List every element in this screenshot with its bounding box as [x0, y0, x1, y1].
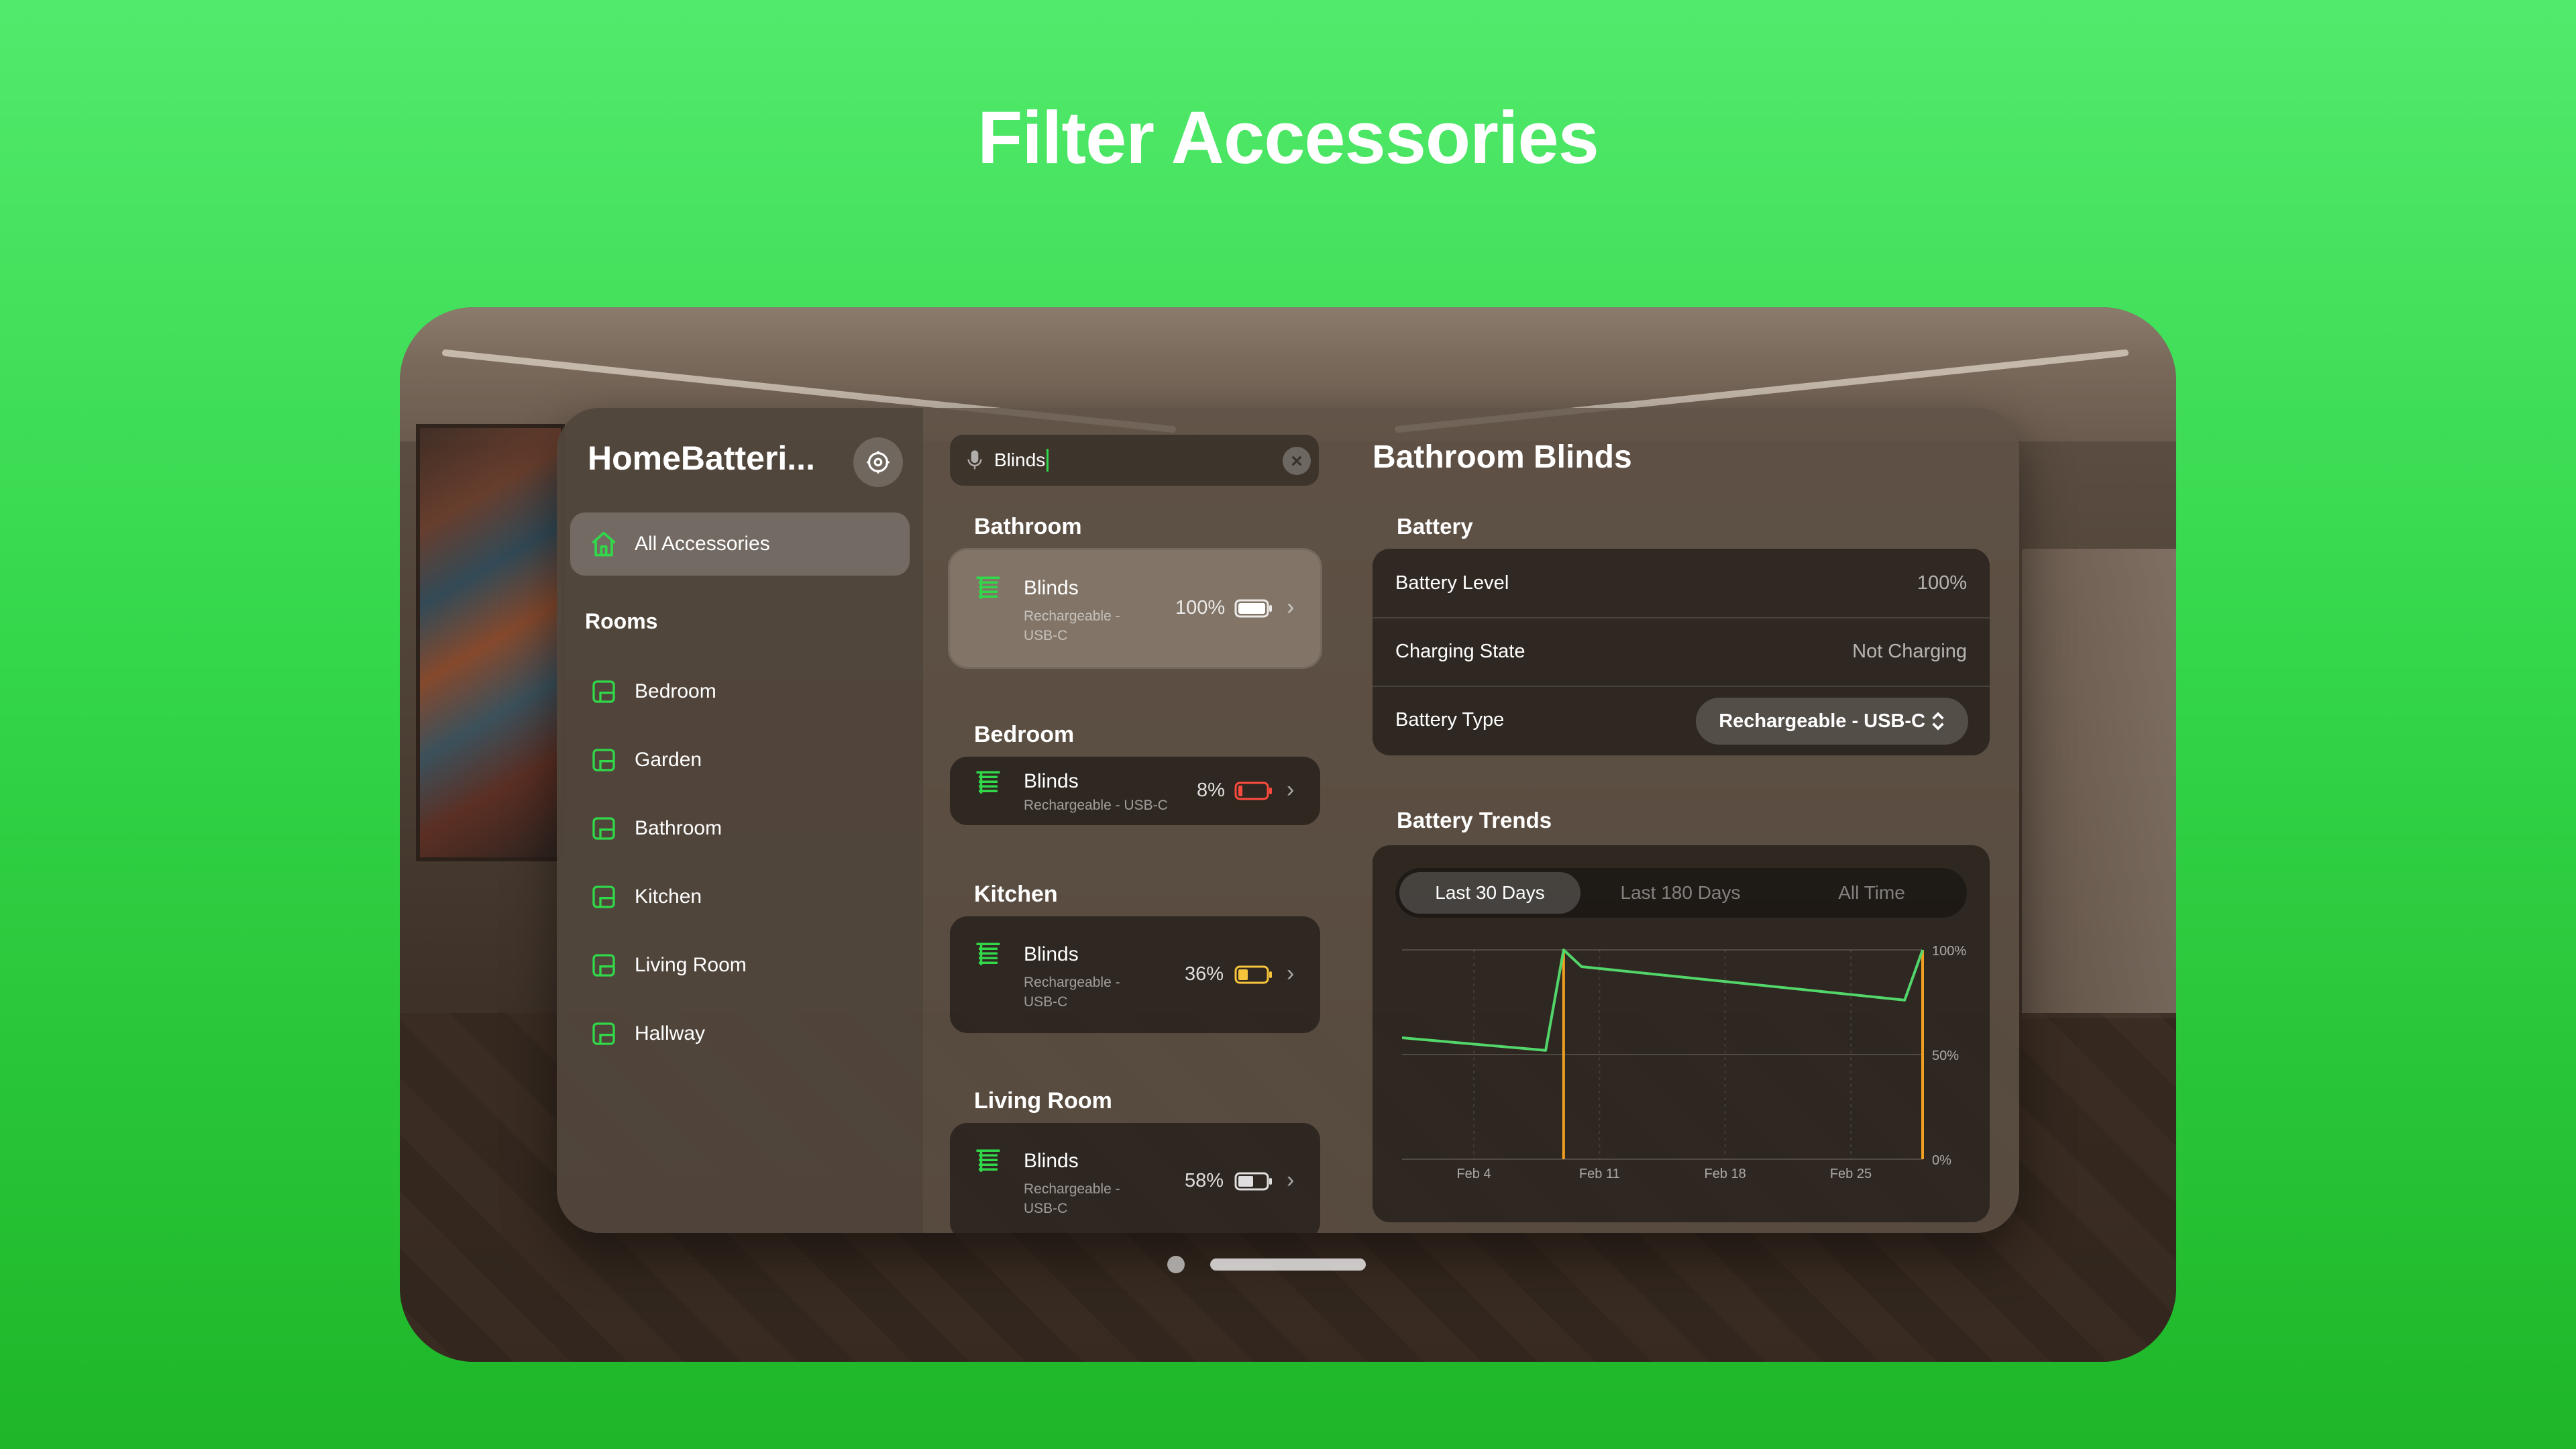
chevron-up-down-icon — [1932, 712, 1944, 731]
battery-low-icon — [1234, 782, 1272, 800]
range-option-last-30-days[interactable]: Last 30 Days — [1399, 872, 1580, 914]
gear-icon — [867, 451, 890, 474]
battery-half-icon — [1234, 1172, 1272, 1191]
mic-icon[interactable] — [965, 447, 985, 474]
battery-level-label: Battery Level — [1395, 572, 1509, 594]
sidebar: HomeBatteri... All Accessories Rooms Bed… — [557, 408, 923, 1233]
room-icon — [586, 811, 621, 846]
accessory-name: Blinds — [1024, 577, 1079, 599]
sidebar-item-hallway[interactable]: Hallway — [570, 1005, 910, 1063]
sidebar-item-all-accessories[interactable]: All Accessories — [570, 513, 910, 576]
battery-percent: 58% — [1185, 1170, 1224, 1191]
accessory-name: Blinds — [1024, 1150, 1079, 1172]
battery-medium-icon — [1234, 965, 1272, 984]
sidebar-item-living-room[interactable]: Living Room — [570, 936, 910, 994]
room-wall — [2022, 549, 2176, 1018]
battery-level-line — [1401, 949, 1924, 1052]
battery-type-select[interactable]: Rechargeable - USB-C — [1696, 698, 1968, 745]
battery-trend-chart: 100% 50% 0% Feb 4 Feb 11 Feb 18 Feb 25 — [1401, 944, 1966, 1181]
sidebar-item-label: Living Room — [635, 954, 747, 976]
sidebar-item-label: All Accessories — [635, 533, 770, 555]
accessory-battery-type: Rechargeable - USB-C — [1024, 1181, 1120, 1216]
x-tick-label: Feb 11 — [1579, 1167, 1620, 1181]
room-icon — [586, 879, 621, 914]
chevron-right-icon: › — [1287, 961, 1295, 986]
room-icon — [586, 674, 621, 709]
x-tick-label: Feb 18 — [1705, 1167, 1746, 1181]
battery-type-label: Battery Type — [1395, 708, 1505, 731]
battery-percent: 8% — [1197, 780, 1225, 801]
app-window: HomeBatteri... All Accessories Rooms Bed… — [557, 408, 2019, 1233]
wall-painting — [420, 428, 561, 857]
blinds-icon — [976, 576, 1000, 599]
battery-trends-heading: Battery Trends — [1397, 808, 1552, 833]
blinds-icon — [976, 943, 1000, 965]
sidebar-item-label: Hallway — [635, 1022, 706, 1044]
battery-info-panel: Battery Level 100% Charging State Not Ch… — [1373, 549, 1990, 755]
app-title: HomeBatteri... — [588, 439, 815, 477]
sidebar-item-label: Kitchen — [635, 885, 702, 908]
accessory-card-bathroom-blinds[interactable]: Blinds Rechargeable - USB-C 100% › — [950, 550, 1320, 667]
settings-button[interactable] — [853, 437, 903, 487]
y-tick-label: 50% — [1932, 1049, 1959, 1063]
charging-state-row: Charging State Not Charging — [1373, 617, 1990, 687]
search-field[interactable]: Blinds — [950, 435, 1319, 486]
sidebar-item-label: Bathroom — [635, 817, 722, 839]
range-option-all-time[interactable]: All Time — [1780, 872, 1963, 914]
battery-type-value: Rechargeable - USB-C — [1719, 710, 1925, 732]
sidebar-item-label: Garden — [635, 749, 702, 771]
chevron-right-icon: › — [1287, 777, 1295, 802]
results-column: Blinds Bathroom Blinds Rechargeable - US… — [923, 408, 1352, 1233]
section-heading-bedroom: Bedroom — [974, 722, 1075, 747]
x-tick-label: Feb 4 — [1456, 1167, 1491, 1181]
page-indicator-dot[interactable] — [1167, 1256, 1185, 1273]
y-tick-label: 100% — [1932, 944, 1966, 959]
close-icon[interactable] — [1283, 447, 1311, 475]
sidebar-item-label: Bedroom — [635, 680, 716, 702]
battery-level-row: Battery Level 100% — [1373, 549, 1990, 619]
accessory-battery-type: Rechargeable - USB-C — [1024, 975, 1120, 1010]
accessory-card-living-room-blinds[interactable]: Blinds Rechargeable - USB-C 58% › — [950, 1123, 1320, 1233]
room-icon — [586, 1016, 621, 1051]
charging-state-value: Not Charging — [1852, 640, 1967, 662]
sidebar-item-garden[interactable]: Garden — [570, 731, 910, 789]
chevron-right-icon: › — [1287, 1167, 1295, 1193]
y-tick-label: 0% — [1932, 1153, 1951, 1168]
rooms-heading: Rooms — [585, 609, 658, 633]
detail-column: Bathroom Blinds Battery Battery Level 10… — [1352, 408, 2019, 1233]
battery-trends-panel: Last 30 Days Last 180 Days All Time 100%… — [1373, 845, 1990, 1222]
sidebar-item-kitchen[interactable]: Kitchen — [570, 868, 910, 926]
sidebar-item-bedroom[interactable]: Bedroom — [570, 663, 910, 720]
charging-state-label: Charging State — [1395, 640, 1525, 662]
battery-type-row: Battery Type Rechargeable - USB-C — [1373, 686, 1990, 754]
accessory-name: Blinds — [1024, 770, 1079, 792]
room-icon — [586, 948, 621, 983]
blinds-icon — [976, 1149, 1000, 1172]
battery-percent: 100% — [1175, 597, 1226, 619]
battery-percent: 36% — [1185, 963, 1224, 985]
battery-section-heading: Battery — [1397, 514, 1473, 539]
battery-level-value: 100% — [1917, 572, 1967, 594]
room-icon — [586, 743, 621, 777]
detail-title: Bathroom Blinds — [1373, 439, 1632, 475]
house-icon — [586, 527, 621, 561]
chevron-right-icon: › — [1287, 594, 1295, 620]
accessory-card-kitchen-blinds[interactable]: Blinds Rechargeable - USB-C 36% › — [950, 916, 1320, 1033]
accessory-name: Blinds — [1024, 943, 1079, 965]
blinds-icon — [976, 771, 1000, 794]
section-heading-bathroom: Bathroom — [974, 514, 1082, 539]
range-option-last-180-days[interactable]: Last 180 Days — [1590, 872, 1771, 914]
window-grabber-bar[interactable] — [1210, 1258, 1366, 1271]
page-headline: Filter Accessories — [977, 97, 1599, 179]
accessory-battery-type: Rechargeable - USB-C — [1024, 798, 1168, 813]
accessory-battery-type: Rechargeable - USB-C — [1024, 608, 1120, 643]
search-input[interactable]: Blinds — [994, 449, 1049, 472]
sidebar-item-bathroom[interactable]: Bathroom — [570, 800, 910, 857]
section-heading-kitchen: Kitchen — [974, 881, 1058, 907]
section-heading-living-room: Living Room — [974, 1088, 1112, 1114]
accessory-card-bedroom-blinds[interactable]: Blinds Rechargeable - USB-C 8% › — [950, 757, 1320, 825]
x-tick-label: Feb 25 — [1830, 1167, 1872, 1181]
range-segmented-control: Last 30 Days Last 180 Days All Time — [1395, 868, 1967, 918]
battery-full-icon — [1234, 599, 1272, 618]
